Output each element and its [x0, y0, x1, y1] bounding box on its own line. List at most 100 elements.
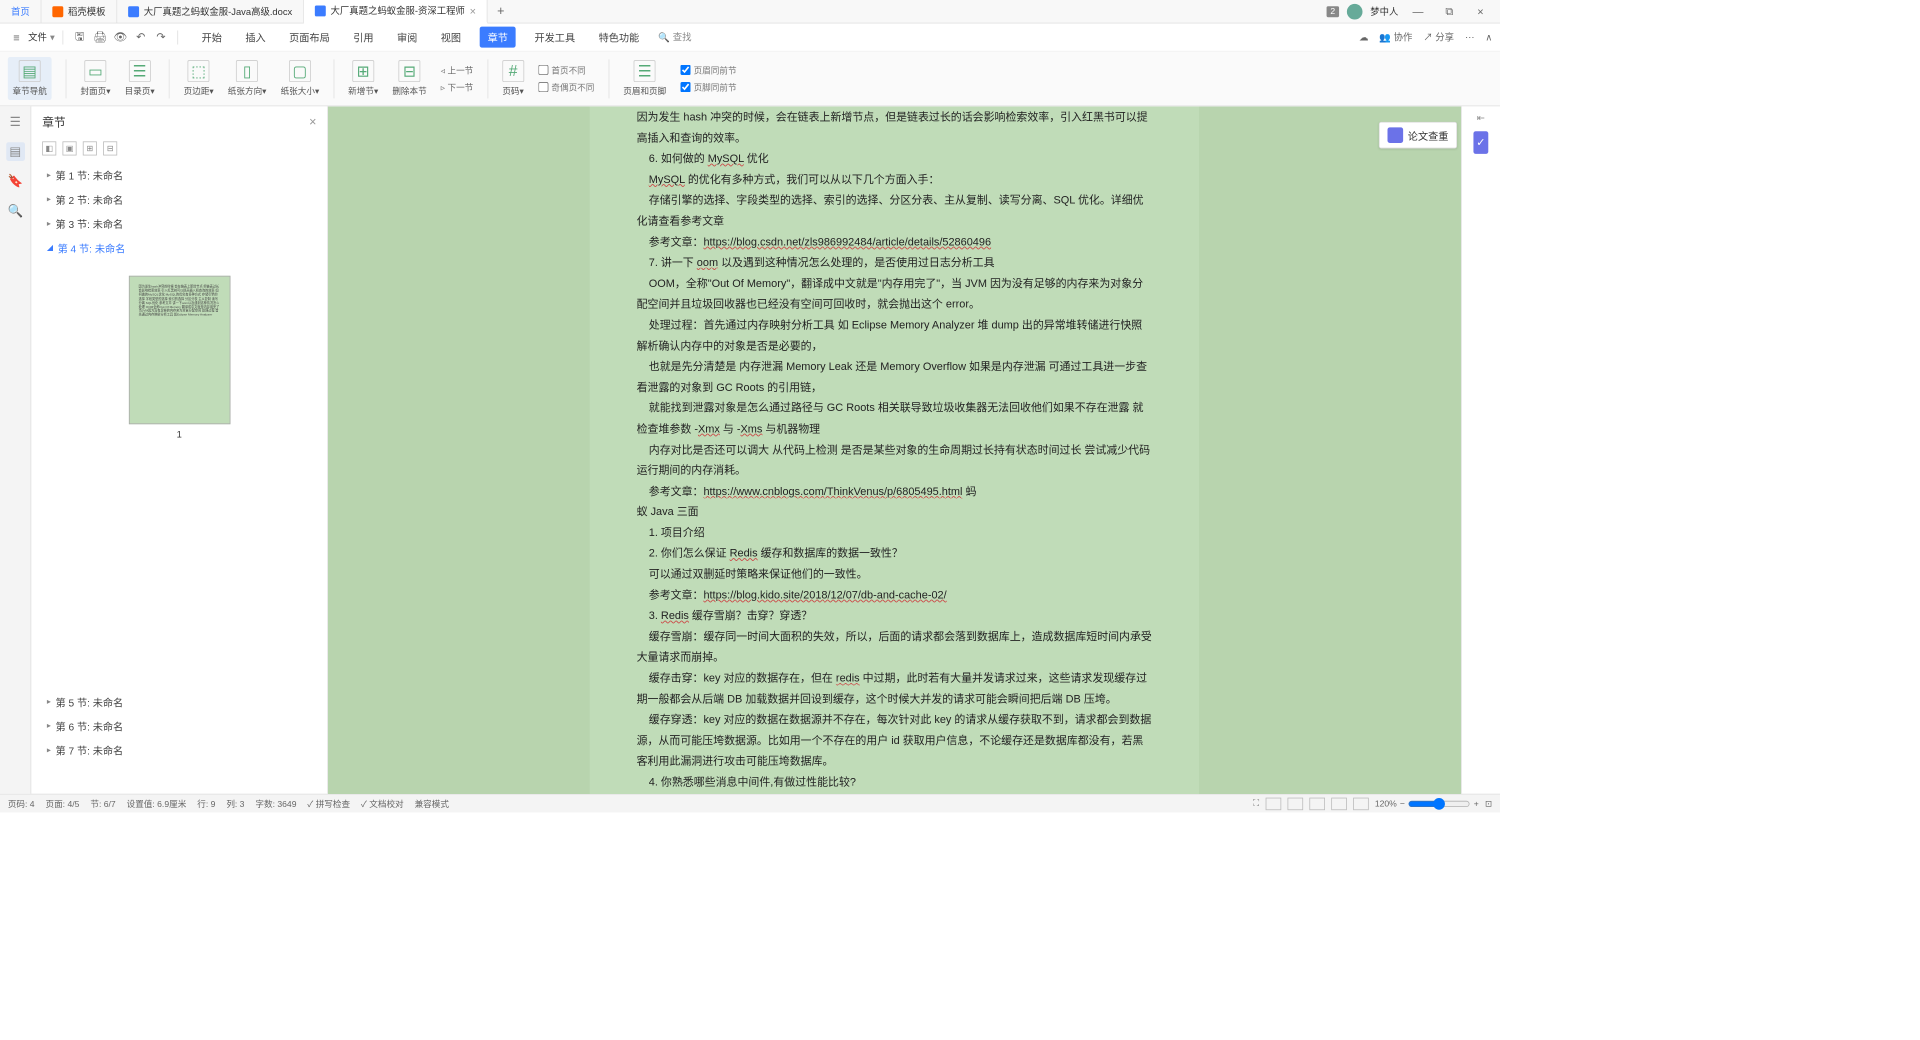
word-count[interactable]: 字数: 3649: [255, 797, 296, 810]
size-icon: ▢: [289, 60, 311, 82]
document-canvas[interactable]: 因为发生 hash 冲突的时候，会在链表上新增节点，但是链表过长的话会影响检索效…: [328, 106, 1461, 794]
tab-templates[interactable]: 稻壳模板: [41, 0, 117, 23]
prev-section-button[interactable]: ◃ 上一节: [441, 64, 473, 77]
ribbon-tab-review[interactable]: 审阅: [392, 27, 422, 48]
collapse-ribbon-icon[interactable]: ∧: [1485, 32, 1492, 43]
notification-badge[interactable]: 2: [1326, 6, 1339, 17]
text: 缓存雪崩：缓存同一时间大面积的失效，所以，后面的请求都会落到数据库上，造成数据库…: [637, 626, 1153, 668]
menu-icon[interactable]: ≡: [8, 29, 25, 46]
margin-icon: ⬚: [188, 60, 210, 82]
tab-add[interactable]: +: [488, 4, 514, 18]
same-header-check[interactable]: 页眉同前节: [680, 64, 736, 77]
ribbon-tab-view[interactable]: 视图: [436, 27, 466, 48]
word-icon: [315, 5, 326, 16]
more-icon[interactable]: ⋯: [1465, 32, 1474, 43]
avatar[interactable]: [1347, 4, 1363, 20]
find-icon[interactable]: 🔍: [6, 202, 25, 221]
section-info[interactable]: 节: 6/7: [90, 797, 115, 810]
text: 因为发生 hash 冲突的时候，会在链表上新增节点，但是链表过长的话会影响检索效…: [637, 106, 1153, 148]
margin-button[interactable]: ⬚页边距▾: [184, 60, 214, 97]
close-window-icon[interactable]: ×: [1469, 5, 1492, 18]
tool-2[interactable]: ▣: [63, 141, 77, 155]
close-icon[interactable]: ×: [470, 4, 476, 17]
tool-1[interactable]: ◧: [42, 141, 56, 155]
same-footer-check[interactable]: 页脚同前节: [680, 81, 736, 94]
sections-icon[interactable]: ▤: [6, 142, 25, 161]
ribbon-tab-section[interactable]: 章节: [480, 27, 516, 48]
section-item[interactable]: 第 7 节: 未命名: [31, 738, 327, 762]
page-thumbnail[interactable]: 因为发生hash冲突的时候 会在链表上新增节点 但链表过长会影响检索效率 引入红…: [129, 276, 231, 424]
header-footer-button[interactable]: ☰页眉和页脚: [623, 60, 666, 97]
preview-icon[interactable]: 👁: [112, 29, 129, 46]
view-mode-4[interactable]: [1331, 797, 1347, 810]
rightbar: ⇤ ✓: [1461, 106, 1500, 794]
sidebar-close-icon[interactable]: ×: [309, 115, 316, 129]
view-mode-3[interactable]: [1309, 797, 1325, 810]
page-number-button[interactable]: #页码▾: [502, 60, 524, 97]
view-mode-1[interactable]: [1265, 797, 1281, 810]
zoom-slider[interactable]: [1408, 797, 1471, 810]
plagiarism-check-button[interactable]: 论文查重: [1379, 122, 1457, 149]
text: 存储引擎的选择、字段类型的选择、索引的选择、分区分表、主从复制、读写分离、SQL…: [637, 189, 1153, 231]
plagiarism-icon[interactable]: ✓: [1473, 131, 1488, 154]
position: 设置值: 6.9厘米: [127, 797, 187, 810]
expand-icon[interactable]: ⇤: [1477, 113, 1485, 124]
file-menu[interactable]: 文件: [28, 30, 47, 43]
zoom-in-icon[interactable]: +: [1474, 799, 1479, 808]
section-item[interactable]: 第 2 节: 未命名: [31, 188, 327, 212]
ribbon-tab-layout[interactable]: 页面布局: [284, 27, 334, 48]
restore-icon[interactable]: ⧉: [1438, 5, 1461, 18]
ribbon-tab-dev[interactable]: 开发工具: [530, 27, 580, 48]
different-first-check[interactable]: 首页不同: [538, 64, 594, 77]
outline-icon[interactable]: ☰: [6, 113, 25, 132]
tab-doc2[interactable]: 大厂真题之蚂蚁金服-资深工程师×: [304, 0, 488, 23]
ribbon-tab-ref[interactable]: 引用: [349, 27, 379, 48]
new-section-button[interactable]: ⊞新增节▾: [348, 60, 378, 97]
delete-section-button[interactable]: ⊟删除本节: [392, 60, 426, 97]
cover-page-button[interactable]: ▭封面页▾: [80, 60, 110, 97]
page-number[interactable]: 页码: 4: [8, 797, 35, 810]
proofread[interactable]: ✓ 文档校对: [361, 797, 404, 810]
ribbon-tab-special[interactable]: 特色功能: [594, 27, 644, 48]
view-mode-5[interactable]: [1353, 797, 1369, 810]
text: 参考文章：https://blog.kido.site/2018/12/07/d…: [637, 584, 1153, 605]
paper-size-button[interactable]: ▢纸张大小▾: [281, 60, 320, 97]
cloud-icon[interactable]: ☁: [1359, 32, 1368, 43]
section-item-active[interactable]: 第 4 节: 未命名: [31, 236, 327, 260]
section-item[interactable]: 第 5 节: 未命名: [31, 690, 327, 714]
redo-icon[interactable]: ↷: [152, 29, 169, 46]
ribbon-tab-insert[interactable]: 插入: [241, 27, 271, 48]
section-item[interactable]: 第 3 节: 未命名: [31, 212, 327, 236]
print-icon[interactable]: 🖨: [91, 29, 108, 46]
zoom-out-icon[interactable]: −: [1400, 799, 1405, 808]
spell-check[interactable]: ✓ 拼写检查: [307, 797, 350, 810]
tool-3[interactable]: ⊞: [83, 141, 97, 155]
text: RocketMQ、RabbitMQ、ActiveMQ、Kafka: [637, 792, 1153, 794]
share-button[interactable]: ↗ 分享: [1423, 30, 1454, 43]
line: 行: 9: [197, 797, 215, 810]
bookmark-icon[interactable]: 🔖: [6, 172, 25, 191]
save-icon[interactable]: 🖫: [71, 29, 88, 46]
toc-page-button[interactable]: ☰目录页▾: [125, 60, 155, 97]
orientation-button[interactable]: ▯纸张方向▾: [228, 60, 267, 97]
fullscreen-icon[interactable]: ⛶: [1253, 798, 1259, 808]
ribbon-tab-start[interactable]: 开始: [197, 27, 227, 48]
pages[interactable]: 页面: 4/5: [45, 797, 79, 810]
template-icon: [52, 6, 63, 17]
view-mode-2[interactable]: [1287, 797, 1303, 810]
section-nav-button[interactable]: ▤章节导航: [8, 57, 52, 100]
zoom-level[interactable]: 120%: [1375, 799, 1397, 808]
minimize-icon[interactable]: —: [1406, 5, 1429, 18]
tab-home[interactable]: 首页: [0, 0, 41, 23]
tool-4[interactable]: ⊟: [103, 141, 117, 155]
fit-icon[interactable]: ⊡: [1485, 798, 1492, 808]
search-icon: 🔍: [658, 32, 670, 43]
section-item[interactable]: 第 6 节: 未命名: [31, 714, 327, 738]
undo-icon[interactable]: ↶: [132, 29, 149, 46]
tab-doc1[interactable]: 大厂真题之蚂蚁金服-Java高级.docx: [117, 0, 304, 23]
search-box[interactable]: 🔍查找: [658, 30, 692, 43]
collab-button[interactable]: 👥 协作: [1379, 30, 1412, 43]
different-odd-check[interactable]: 奇偶页不同: [538, 81, 594, 94]
section-item[interactable]: 第 1 节: 未命名: [31, 163, 327, 187]
next-section-button[interactable]: ▹ 下一节: [441, 81, 473, 94]
